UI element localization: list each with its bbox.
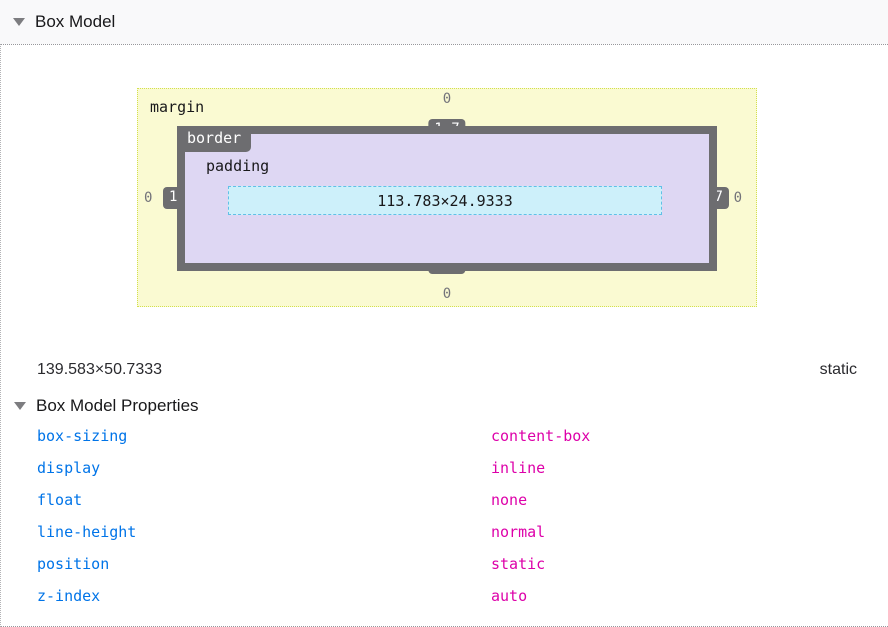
property-name[interactable]: line-height xyxy=(37,523,491,541)
property-name[interactable]: box-sizing xyxy=(37,427,491,445)
property-name[interactable]: display xyxy=(37,459,491,477)
content-size-value: 113.783×24.9333 xyxy=(377,192,512,210)
collapse-arrow-icon[interactable] xyxy=(13,18,25,26)
property-value[interactable]: content-box xyxy=(491,427,888,445)
property-name[interactable]: z-index xyxy=(37,587,491,605)
properties-list: box-sizing content-box display inline fl… xyxy=(1,420,888,612)
property-row: display inline xyxy=(1,452,888,484)
property-row: float none xyxy=(1,484,888,516)
property-row: position static xyxy=(1,548,888,580)
margin-region[interactable]: margin 0 11.2 11.2 0 0 0 11.2 11.2 1.7 1… xyxy=(137,88,757,307)
property-value[interactable]: static xyxy=(491,555,888,573)
border-label-tab: border xyxy=(177,126,251,152)
padding-label: padding xyxy=(206,157,269,175)
box-model-diagram: margin 0 11.2 11.2 0 0 0 11.2 11.2 1.7 1… xyxy=(1,45,888,307)
property-name[interactable]: position xyxy=(37,555,491,573)
margin-top-value[interactable]: 0 xyxy=(443,91,451,107)
property-name[interactable]: float xyxy=(37,491,491,509)
property-value[interactable]: auto xyxy=(491,587,888,605)
margin-left-value[interactable]: 0 xyxy=(144,190,152,206)
box-model-panel: Box Model margin 0 11.2 11.2 0 0 0 11.2 … xyxy=(0,0,888,627)
box-model-properties-header[interactable]: Box Model Properties xyxy=(1,396,888,416)
property-value[interactable]: normal xyxy=(491,523,888,541)
margin-bottom-value[interactable]: 0 xyxy=(443,286,451,302)
properties-title: Box Model Properties xyxy=(36,396,199,416)
margin-label: margin xyxy=(150,98,204,116)
property-row: line-height normal xyxy=(1,516,888,548)
property-row: z-index auto xyxy=(1,580,888,612)
content-region[interactable]: 113.783×24.9333 xyxy=(228,186,662,215)
border-region[interactable]: border padding 113.783×24.9333 xyxy=(177,126,717,271)
collapse-arrow-icon[interactable] xyxy=(14,402,26,410)
property-value[interactable]: inline xyxy=(491,459,888,477)
margin-right-value[interactable]: 0 xyxy=(734,190,742,206)
panel-title: Box Model xyxy=(35,12,115,32)
element-dimensions: 139.583×50.7333 xyxy=(37,361,162,379)
element-position: static xyxy=(820,361,857,379)
element-summary-row: 139.583×50.7333 static xyxy=(1,361,888,379)
property-value[interactable]: none xyxy=(491,491,888,509)
property-row: box-sizing content-box xyxy=(1,420,888,452)
box-model-content: margin 0 11.2 11.2 0 0 0 11.2 11.2 1.7 1… xyxy=(0,44,888,627)
box-model-header[interactable]: Box Model xyxy=(0,0,888,44)
